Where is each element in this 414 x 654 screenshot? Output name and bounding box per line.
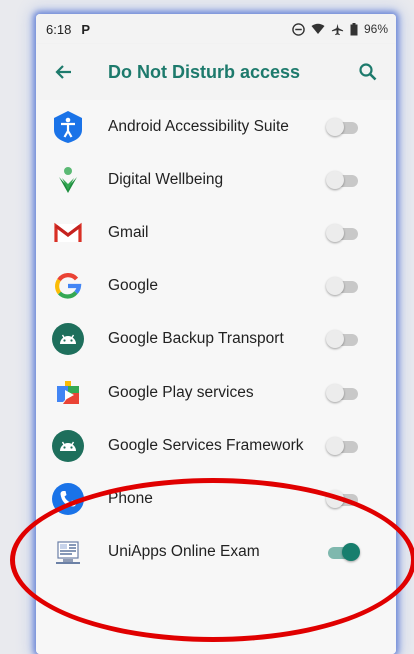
access-toggle[interactable] (326, 276, 360, 296)
app-row[interactable]: Google (36, 260, 396, 313)
access-toggle[interactable] (326, 329, 360, 349)
phone-icon (50, 481, 86, 517)
access-toggle[interactable] (326, 223, 360, 243)
back-button[interactable] (36, 44, 92, 100)
status-time: 6:18 (46, 21, 72, 37)
android-icon (50, 321, 86, 357)
dnd-icon (292, 22, 305, 36)
gmail-icon (50, 215, 86, 251)
app-row[interactable]: Digital Wellbeing (36, 153, 396, 206)
app-bar: Do Not Disturb access (36, 44, 396, 100)
app-row[interactable]: Gmail (36, 206, 396, 259)
wellbeing-icon (50, 162, 86, 198)
access-toggle[interactable] (326, 489, 360, 509)
app-row[interactable]: Google Backup Transport (36, 313, 396, 366)
status-bar: 6:18 P 96% (36, 14, 396, 44)
play-services-icon (50, 375, 86, 411)
app-row[interactable]: Google Play services (36, 366, 396, 419)
uniapps-icon (50, 534, 86, 570)
battery-level: 96% (363, 22, 388, 36)
app-row[interactable]: Phone (36, 472, 396, 525)
page-title: Do Not Disturb access (108, 61, 301, 82)
battery-icon (350, 22, 358, 35)
google-icon (50, 268, 86, 304)
access-toggle[interactable] (326, 170, 360, 190)
access-toggle[interactable] (326, 542, 360, 562)
accessibility-icon (50, 109, 86, 145)
android-icon (50, 428, 86, 464)
app-row[interactable]: UniApps Online Exam (36, 526, 396, 579)
app-row[interactable]: Google Services Framework (36, 419, 396, 472)
access-toggle[interactable] (326, 383, 360, 403)
parking-notification-icon: P (81, 21, 90, 37)
app-list: Android Accessibility Suite Digital Well… (36, 100, 396, 654)
phone-screen: 6:18 P 96% Do Not Disturb access Android… (36, 14, 396, 654)
wifi-icon (311, 23, 325, 34)
back-arrow-icon (55, 65, 71, 79)
access-toggle[interactable] (326, 117, 360, 137)
search-icon (359, 63, 377, 81)
search-button[interactable] (340, 44, 396, 100)
airplane-icon (331, 23, 344, 35)
access-toggle[interactable] (326, 436, 360, 456)
app-row[interactable]: Android Accessibility Suite (36, 100, 396, 153)
